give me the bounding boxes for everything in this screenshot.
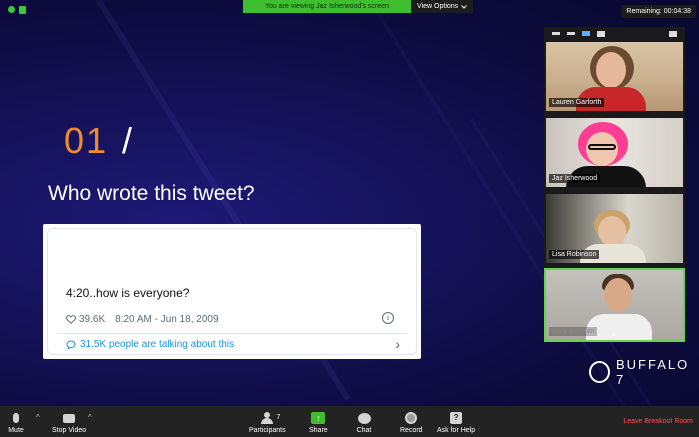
participant-tile[interactable]: Jaz Isherwood	[544, 116, 685, 189]
video-camera-icon	[61, 411, 77, 425]
participants-button[interactable]: 7 Participants	[249, 406, 286, 437]
record-button[interactable]: Record	[400, 406, 423, 437]
video-gallery: Lauren Garforth Jaz Isherwood Lisa Robin…	[544, 27, 685, 342]
participant-face	[598, 216, 626, 246]
mute-button[interactable]: Mute	[8, 406, 24, 437]
chevron-down-icon	[461, 4, 468, 9]
microphone-icon	[8, 411, 24, 425]
status-icons	[8, 6, 26, 14]
chat-label: Chat	[356, 427, 372, 434]
participants-count: 7	[276, 414, 281, 421]
participant-name: Lauren Garforth	[549, 98, 605, 107]
brand-name: BUFFALO 7	[615, 357, 690, 387]
participant-face	[604, 278, 632, 312]
info-icon[interactable]: i	[382, 312, 394, 324]
connection-status-icon[interactable]	[8, 6, 15, 13]
participant-name: Lisa Robinson	[549, 250, 600, 259]
stop-video-label: Stop Video	[52, 427, 87, 434]
ask-for-help-label: Ask for Help	[437, 427, 476, 434]
chat-bubble-icon	[356, 411, 372, 425]
remaining-timer: Remaining: 00:04:38	[621, 5, 696, 18]
chevron-right-icon[interactable]: ›	[395, 336, 400, 352]
gallery-view-icon[interactable]	[582, 31, 590, 36]
video-options-caret-icon[interactable]: ^	[88, 413, 92, 422]
participant-tile[interactable]: Lisa Robinson	[544, 192, 685, 265]
speaker-view-icon[interactable]	[597, 30, 605, 37]
record-icon	[403, 411, 419, 425]
meeting-toolbar: Mute ^ Stop Video ^ 7 Participants ↑ Sha…	[0, 406, 699, 437]
encryption-lock-icon[interactable]	[19, 6, 26, 14]
tweet-conversation-link[interactable]: 31.5K people are talking about this	[66, 339, 234, 350]
share-button[interactable]: ↑ Share	[309, 406, 328, 437]
gallery-toolbar	[544, 27, 685, 40]
tweet-timestamp[interactable]: 8:20 AM - Jun 18, 2009	[115, 314, 218, 325]
participant-face	[596, 52, 626, 88]
question-title: Who wrote this tweet?	[48, 182, 255, 205]
exit-fullscreen-icon[interactable]	[669, 30, 677, 37]
chevron-down-icon[interactable]: ⌄	[607, 329, 621, 338]
share-label: Share	[309, 427, 328, 434]
tweet-divider	[58, 333, 408, 334]
question-mark-icon: ?	[448, 411, 464, 425]
viewing-banner: You are viewing Jaz Isherwood's screen V…	[243, 0, 474, 13]
participant-name: Jaz Isherwood	[549, 174, 601, 183]
question-number: 01	[64, 120, 109, 161]
leave-breakout-room-button[interactable]: Leave Breakout Room	[623, 418, 693, 425]
ask-for-help-button[interactable]: ? Ask for Help	[437, 406, 475, 437]
tweet-card: 4:20..how is everyone? 39.6K 8:20 AM - J…	[47, 228, 417, 355]
participants-icon: 7	[259, 411, 280, 425]
record-label: Record	[400, 427, 423, 434]
brand-logo: BUFFALO 7	[589, 357, 699, 387]
participant-name: Rory Saltman	[549, 327, 598, 336]
hide-video-icon[interactable]	[567, 32, 575, 35]
participant-glasses	[588, 144, 616, 150]
share-screen-icon: ↑	[310, 411, 326, 425]
comment-bubble-icon	[66, 339, 76, 350]
heart-icon[interactable]	[66, 314, 76, 324]
minimize-icon[interactable]	[552, 32, 560, 35]
tweet-text: 4:20..how is everyone?	[66, 286, 190, 300]
tweet-like-count: 39.6K	[79, 313, 106, 325]
chat-button[interactable]: Chat	[356, 406, 372, 437]
tweet-meta: 39.6K 8:20 AM - Jun 18, 2009 i	[66, 311, 406, 327]
question-separator: /	[122, 120, 133, 161]
participant-tile[interactable]: Lauren Garforth	[544, 40, 685, 113]
stop-video-button[interactable]: Stop Video	[52, 406, 86, 437]
view-options-label: View Options	[417, 3, 459, 10]
participants-label: Participants	[249, 427, 286, 434]
audio-options-caret-icon[interactable]: ^	[36, 413, 40, 422]
tweet-conversation-label: 31.5K people are talking about this	[80, 339, 234, 350]
tweet-embed: 4:20..how is everyone? 39.6K 8:20 AM - J…	[43, 224, 421, 359]
view-options-button[interactable]: View Options	[411, 0, 474, 13]
viewing-message: You are viewing Jaz Isherwood's screen	[243, 0, 412, 13]
buffalo-mark-icon	[589, 361, 610, 383]
mute-label: Mute	[8, 427, 24, 434]
